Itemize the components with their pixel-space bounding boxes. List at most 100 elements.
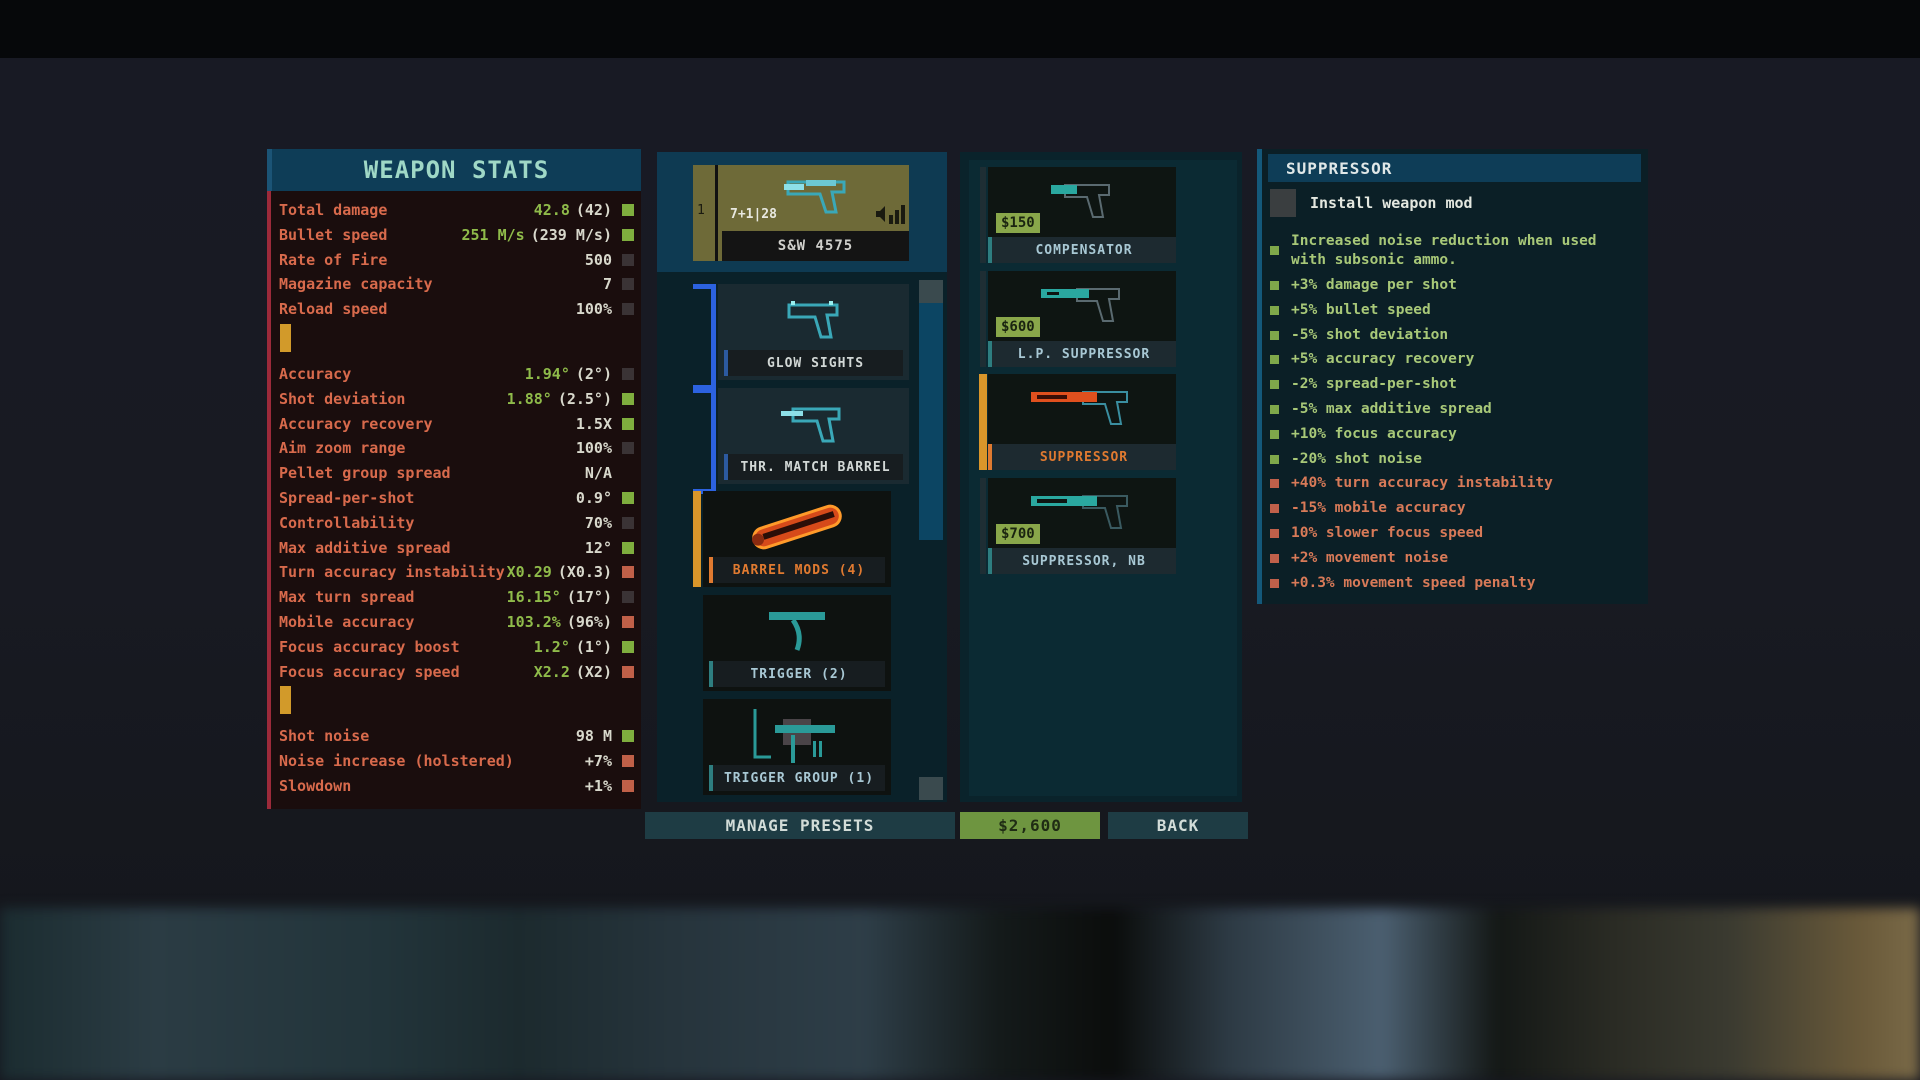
stat-value: 70% bbox=[585, 514, 612, 532]
stat-change-indicator bbox=[622, 303, 634, 316]
stat-row: Total damage 42.8 (42) bbox=[279, 198, 634, 222]
mod-label: SUPPRESSOR bbox=[988, 444, 1176, 470]
mod-label: SUPPRESSOR, NB bbox=[988, 548, 1176, 574]
mod-effect-text: -2% spread-per-shot bbox=[1291, 376, 1457, 393]
stat-change-indicator bbox=[622, 541, 634, 554]
stat-change-indicator bbox=[622, 492, 634, 504]
trigger-icon bbox=[703, 601, 891, 661]
install-mod-icon bbox=[1270, 189, 1296, 217]
bullet-icon bbox=[1270, 355, 1279, 365]
mod-effect-text: +10% focus accuracy bbox=[1291, 425, 1457, 442]
stat-change-indicator bbox=[622, 780, 634, 792]
stat-modified-value: 42.8 bbox=[533, 201, 570, 219]
stat-change-indicator bbox=[622, 417, 634, 430]
stat-value: 100% bbox=[576, 300, 612, 318]
stat-value: 42.8 (42) bbox=[534, 201, 612, 219]
stat-row: Focus accuracy speed X2.2 (X2) bbox=[279, 660, 634, 684]
stat-change-indicator bbox=[622, 591, 634, 604]
scrollbar-thumb[interactable] bbox=[919, 303, 943, 540]
stat-change-indicator bbox=[622, 755, 634, 768]
stat-row: Accuracy recovery 1.5X bbox=[279, 412, 634, 436]
stat-base-value: 70% bbox=[584, 513, 612, 532]
stat-change-indicator bbox=[622, 516, 634, 529]
slot-glow-sights[interactable]: GLOW SIGHTS bbox=[718, 284, 909, 380]
stat-base-value: 1.5X bbox=[575, 414, 612, 433]
mod-effect-item: -5% max additive spread bbox=[1270, 400, 1640, 419]
bullet-icon bbox=[1270, 578, 1279, 588]
stat-label: Max additive spread bbox=[279, 538, 451, 557]
stat-row: Bullet speed 251 M/s (239 M/s) bbox=[279, 223, 634, 247]
slot-label: BARREL MODS (4) bbox=[709, 557, 885, 583]
weapon-name: S&W 4575 bbox=[718, 231, 909, 261]
equipped-bracket bbox=[693, 388, 716, 494]
stat-value: 16.15° (17°) bbox=[507, 588, 612, 606]
stat-group-separator bbox=[280, 324, 291, 352]
stat-row: Controllability 70% bbox=[279, 511, 634, 535]
stat-change-indicator bbox=[622, 278, 634, 291]
stat-label: Rate of Fire bbox=[279, 250, 388, 269]
blurred-background bbox=[0, 908, 1920, 1080]
slot-match-barrel[interactable]: THR. MATCH BARREL bbox=[718, 388, 909, 484]
pistol-icon bbox=[780, 172, 860, 226]
slot-trigger[interactable]: TRIGGER (2) bbox=[703, 595, 891, 691]
mod-effect-text: 10% slower focus speed bbox=[1291, 525, 1484, 541]
stat-change-indicator bbox=[622, 665, 634, 678]
mod-effect-text: +5% bullet speed bbox=[1291, 301, 1431, 318]
equipped-bracket bbox=[693, 284, 716, 390]
stat-label: Aim zoom range bbox=[279, 439, 406, 458]
scroll-up-cap[interactable] bbox=[919, 280, 943, 303]
mod-effect-text: -20% shot noise bbox=[1291, 450, 1422, 467]
mod-label: L.P. SUPPRESSOR bbox=[988, 341, 1176, 367]
stat-label: Focus accuracy speed bbox=[279, 662, 460, 681]
scroll-down-cap[interactable] bbox=[919, 777, 943, 800]
stat-value: X2.2 (X2) bbox=[534, 663, 612, 681]
mod-card-suppressor[interactable]: SUPPRESSOR bbox=[988, 374, 1176, 470]
stat-row: Slowdown +1% bbox=[279, 774, 634, 798]
slot-barrel-mods[interactable]: BARREL MODS (4) bbox=[703, 491, 891, 587]
stat-value: 7 bbox=[603, 275, 612, 293]
suppressor-pistol-icon bbox=[988, 382, 1176, 432]
mod-label: COMPENSATOR bbox=[988, 237, 1176, 263]
stat-base-value: 100% bbox=[575, 300, 612, 319]
stat-row: Spread-per-shot 0.9° bbox=[279, 486, 634, 510]
stat-value: 98 M bbox=[576, 727, 612, 745]
stat-label: Turn accuracy instability bbox=[279, 563, 505, 582]
slot-label: GLOW SIGHTS bbox=[724, 350, 903, 376]
bullet-icon bbox=[1270, 504, 1279, 514]
bullet-icon bbox=[1270, 405, 1279, 414]
mod-effect-item: +2% movement noise bbox=[1270, 549, 1640, 568]
install-label: Install weapon mod bbox=[1310, 194, 1473, 212]
mod-effect-item: +5% bullet speed bbox=[1270, 301, 1640, 320]
stat-label: Max turn spread bbox=[279, 588, 415, 607]
mod-card-lp-suppressor[interactable]: $600 L.P. SUPPRESSOR bbox=[980, 271, 1176, 367]
stat-base-value: (96%) bbox=[566, 613, 612, 631]
bullet-icon bbox=[1270, 305, 1279, 315]
mod-effect-text: -15% mobile accuracy bbox=[1291, 500, 1466, 517]
stat-row: Max additive spread 12° bbox=[279, 536, 634, 560]
stat-modified-value: 1.88° bbox=[506, 389, 552, 408]
stat-base-value: (17°) bbox=[566, 588, 612, 607]
mod-effect-item: +5% accuracy recovery bbox=[1270, 350, 1640, 369]
mod-effect-text: -5% max additive spread bbox=[1291, 401, 1492, 417]
volume-bars-icon bbox=[876, 204, 906, 228]
stat-change-indicator bbox=[622, 730, 634, 743]
mod-card-compensator[interactable]: $150 COMPENSATOR bbox=[980, 167, 1176, 263]
stat-change-indicator bbox=[622, 442, 634, 455]
bullet-icon bbox=[1270, 479, 1279, 489]
slot-trigger-group[interactable]: TRIGGER GROUP (1) bbox=[703, 699, 891, 795]
stat-change-indicator bbox=[622, 392, 634, 405]
stat-label: Shot deviation bbox=[279, 389, 406, 408]
back-button[interactable]: BACK bbox=[1108, 812, 1248, 839]
bullet-icon bbox=[1270, 454, 1279, 464]
manage-presets-button[interactable]: MANAGE PRESETS bbox=[645, 812, 955, 839]
stat-row: Accuracy 1.94° (2°) bbox=[279, 362, 634, 386]
install-weapon-mod-action[interactable]: Install weapon mod bbox=[1270, 189, 1473, 217]
mod-card-suppressor-nb[interactable]: $700 SUPPRESSOR, NB bbox=[980, 478, 1176, 574]
stat-change-indicator bbox=[622, 640, 634, 653]
stat-modified-value: 1.2° bbox=[533, 637, 570, 656]
trigger-group-icon bbox=[703, 705, 891, 765]
mod-details-title: SUPPRESSOR bbox=[1268, 154, 1641, 182]
pistol-barrel-icon bbox=[718, 394, 909, 454]
stat-row: Noise increase (holstered) +7% bbox=[279, 749, 634, 773]
stat-value: 100% bbox=[576, 439, 612, 457]
